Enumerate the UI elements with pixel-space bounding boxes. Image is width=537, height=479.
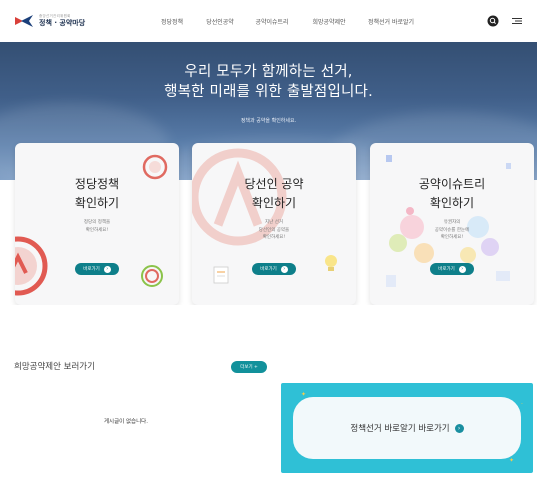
arrow-right-icon: › xyxy=(280,265,288,273)
arrow-right-icon: › xyxy=(454,423,464,433)
more-button[interactable]: 더보기 + xyxy=(231,361,267,373)
hero-title: 우리 모두가 함께하는 선거, 행복한 미래를 위한 출발점입니다. xyxy=(0,62,537,102)
arrow-right-icon: › xyxy=(103,265,111,273)
card-title-line1: 당선인 공약 xyxy=(244,177,304,191)
hero-subtitle: 정책과 공약을 확인하세요. xyxy=(240,118,297,124)
card-title-line2: 확인하기 xyxy=(251,196,297,210)
menu-icon[interactable] xyxy=(511,15,523,27)
card-desc-line1: 유권자의 xyxy=(443,220,461,225)
card-title: 당선인 공약 확인하기 xyxy=(192,175,356,213)
button-label: 바로가기 xyxy=(83,267,100,272)
card-title: 정당정책 확인하기 xyxy=(15,175,179,213)
card-title-line2: 확인하기 xyxy=(429,196,475,210)
card-title-line1: 정당정책 xyxy=(74,177,120,191)
card-go-button[interactable]: 바로가기 › xyxy=(252,263,296,275)
card-desc-line2: 공약이슈를 한눈에 xyxy=(434,227,470,233)
site-logo[interactable]: 중앙선거관리위원회 정책 · 공약마당 xyxy=(14,14,124,28)
hero-title-line1: 우리 모두가 함께하는 선거, xyxy=(184,64,353,80)
nav-hope-pledge-proposal[interactable]: 희망공약제안 xyxy=(300,17,358,26)
nav-party-policy[interactable]: 정당정책 xyxy=(148,17,196,26)
nav-pledge-issue-tree[interactable]: 공약이슈트리 xyxy=(244,17,300,26)
empty-list-message: 게시글이 없습니다. xyxy=(104,419,148,425)
search-icon[interactable] xyxy=(487,15,499,27)
logo-site-name: 정책 · 공약마당 xyxy=(39,18,86,27)
card-title: 공약이슈트리 확인하기 xyxy=(370,175,534,213)
card-desc-line3: 확인하세요! xyxy=(440,235,464,240)
arrow-right-icon: › xyxy=(458,265,466,273)
stamp-green-icon xyxy=(141,265,163,287)
card-title-line2: 확인하기 xyxy=(74,196,120,210)
card-desc-line1: 지난 선거 xyxy=(265,220,283,225)
banner-label: 정책선거 바로알기 바로가기 xyxy=(350,424,450,434)
ballot-stamp-icon xyxy=(15,236,48,296)
section-title: 희망공약제안 보러가기 xyxy=(14,362,95,372)
button-label: 바로가기 xyxy=(260,267,277,272)
card-title-line1: 공약이슈트리 xyxy=(418,177,486,191)
card-desc-line2: 당선인의 공약을 xyxy=(258,227,290,233)
card-description: 유권자의 공약이슈를 한눈에 확인하세요! xyxy=(370,219,534,242)
policy-guide-banner[interactable]: ✦ ✦ · 정책선거 바로알기 바로가기 › xyxy=(281,383,533,473)
card-description: 지난 선거 당선인의 공약을 확인하세요! xyxy=(192,219,356,242)
card-desc-line2: 확인하세요! xyxy=(85,227,109,233)
nav-elected-pledges[interactable]: 당선인공약 xyxy=(196,17,244,26)
card-pledge-issue-tree[interactable]: 공약이슈트리 확인하기 유권자의 공약이슈를 한눈에 확인하세요! 바로가기 › xyxy=(370,143,534,305)
hero-title-line2: 행복한 미래를 위한 출발점입니다. xyxy=(164,84,373,100)
card-desc-line1: 정당의 정책을 xyxy=(83,220,111,225)
logo-mark-icon xyxy=(14,14,34,28)
card-go-button[interactable]: 바로가기 › xyxy=(430,263,474,275)
card-elected-pledges[interactable]: 당선인 공약 확인하기 지난 선거 당선인의 공약을 확인하세요! 바로가기 › xyxy=(192,143,356,305)
hope-pledge-section: 희망공약제안 보러가기 더보기 + 게시글이 없습니다. ✦ ✦ · 정책선거 … xyxy=(0,305,537,479)
card-desc-line3: 확인하세요! xyxy=(262,235,286,240)
document-icon xyxy=(213,266,229,284)
card-description: 정당의 정책을 확인하세요! xyxy=(15,219,179,234)
main-nav: 정당정책 당선인공약 공약이슈트리 희망공약제안 정책선거 바로알기 xyxy=(148,17,424,26)
nav-policy-election-guide[interactable]: 정책선거 바로알기 xyxy=(358,17,424,26)
banner-content: 정책선거 바로알기 바로가기 › xyxy=(293,397,521,459)
site-header: 중앙선거관리위원회 정책 · 공약마당 정당정책 당선인공약 공약이슈트리 희망… xyxy=(0,0,537,42)
card-party-policy[interactable]: 정당정책 확인하기 정당의 정책을 확인하세요! 바로가기 › xyxy=(15,143,179,305)
lightbulb-icon xyxy=(325,255,337,271)
button-label: 바로가기 xyxy=(438,267,455,272)
card-go-button[interactable]: 바로가기 › xyxy=(75,263,119,275)
